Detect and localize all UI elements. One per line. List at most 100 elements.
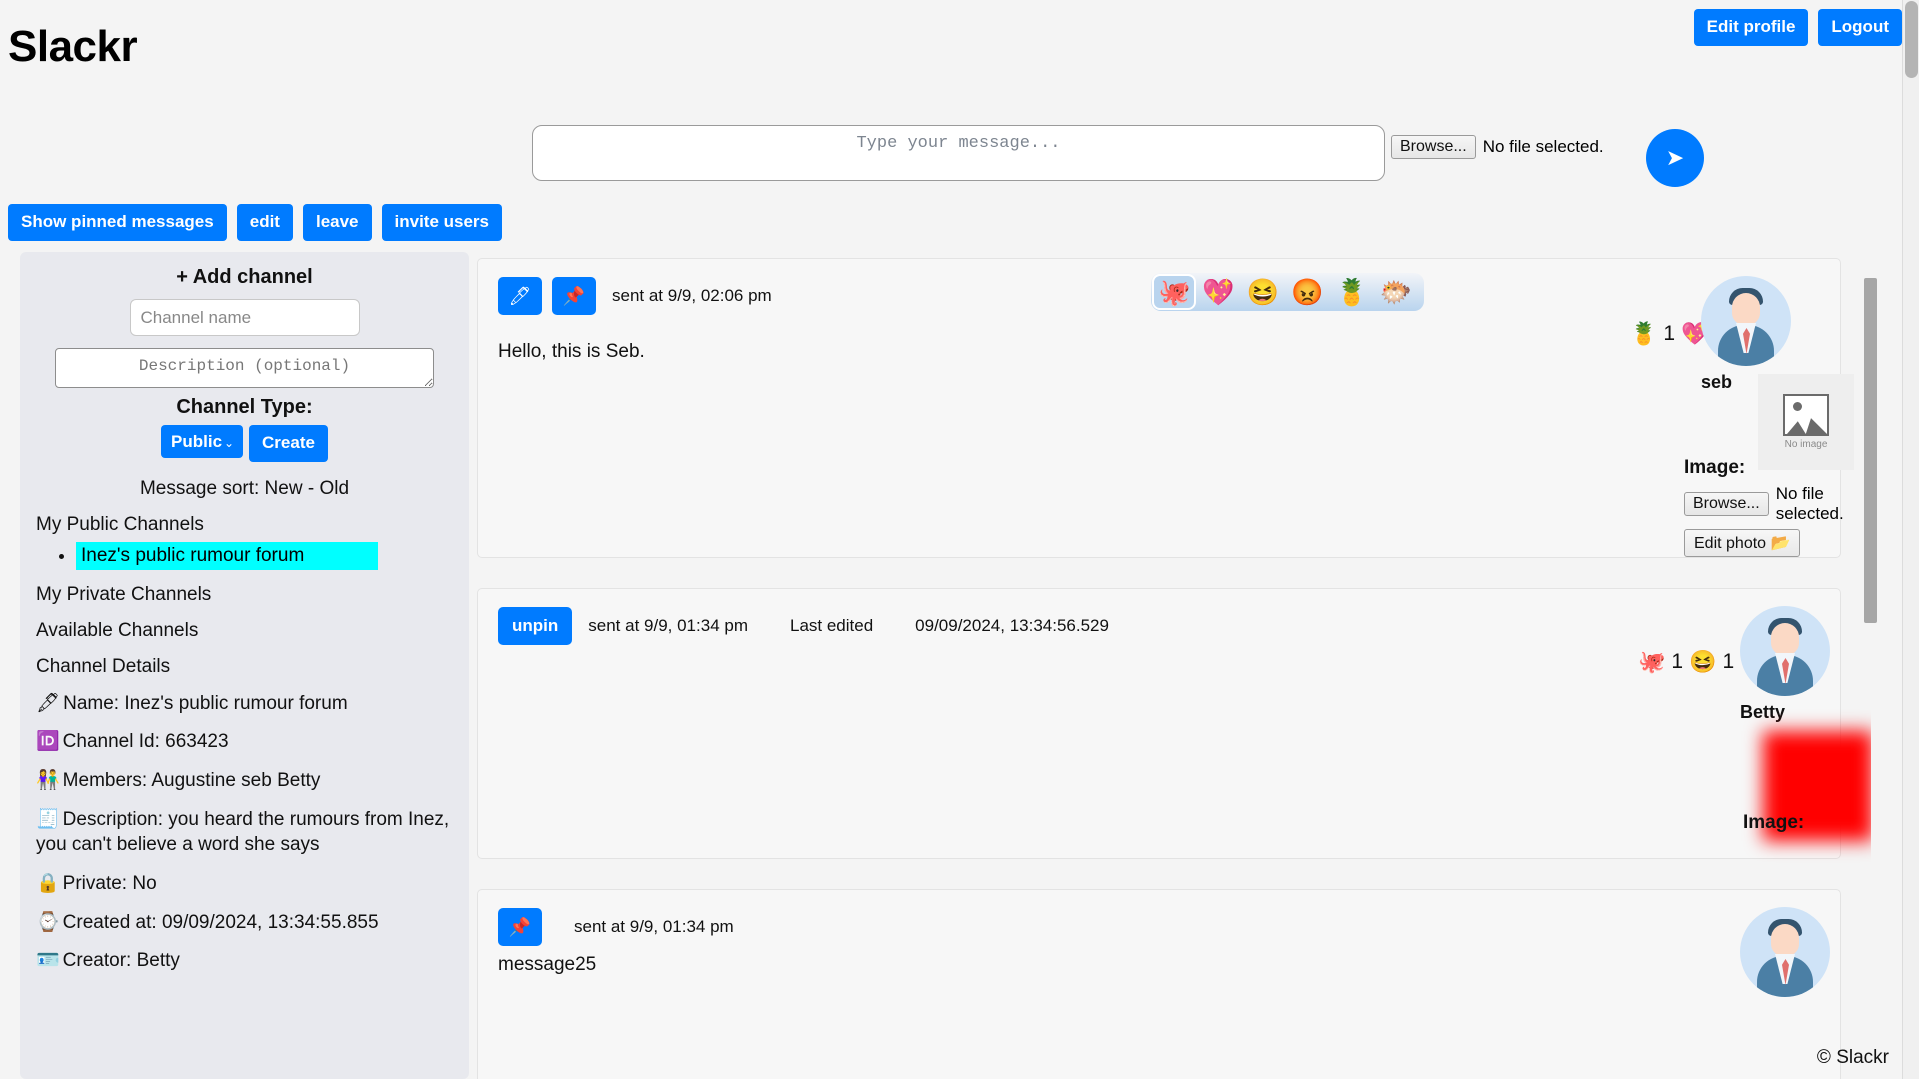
reaction-octopus-icon[interactable]: 🐙 <box>1638 649 1665 675</box>
channel-detail-id: 🆔 Channel Id: 663423 <box>36 729 453 755</box>
message-card: 📌 sent at 9/9, 01:34 pm message25 <box>477 889 1841 1079</box>
message-card: 🖊 📌 sent at 9/9, 02:06 pm 🐙 💖 😆 😡 🍍 🐡 🍍 … <box>477 258 1854 558</box>
composer-browse-button[interactable]: Browse... <box>1391 135 1476 159</box>
channel-type-select[interactable]: Public <box>161 425 244 458</box>
id-icon: 🆔 <box>36 731 60 753</box>
image-file-status: No file selected. <box>1775 484 1844 523</box>
edit-photo-button[interactable]: Edit photo 📂 <box>1684 529 1801 557</box>
composer-file-input: Browse... No file selected. <box>1391 135 1604 159</box>
add-channel-heading: + Add channel <box>176 266 313 288</box>
channel-detail-name-value: Inez's public rumour forum <box>124 692 348 714</box>
edit-channel-button[interactable]: edit <box>236 204 293 241</box>
document-icon: 🧾 <box>36 808 60 830</box>
show-pinned-messages-button[interactable]: Show pinned messages <box>8 204 227 241</box>
id-card-icon: 🪪 <box>36 950 60 972</box>
edit-photo-row: Edit photo 📂 <box>1684 529 1844 557</box>
page-title: Slackr <box>8 22 138 71</box>
emoji-option-octopus[interactable]: 🐙 <box>1151 274 1197 310</box>
composer-file-status: No file selected. <box>1482 137 1604 156</box>
channel-type-row: Public ⌄ Create <box>36 425 453 462</box>
message-list-scrollbar[interactable] <box>1864 278 1877 918</box>
channel-detail-private-value: No <box>132 872 157 894</box>
page-scrollbar-thumb[interactable] <box>1905 1 1918 78</box>
avatar-head <box>1771 924 1799 956</box>
reaction-pineapple-count: 1 <box>1663 322 1676 345</box>
message-composer: Browse... No file selected. <box>532 125 1604 181</box>
pen-icon: 🖋 <box>36 692 61 714</box>
no-image-placeholder: No image <box>1758 374 1854 470</box>
image-file-input: Browse... No file selected. <box>1684 484 1844 524</box>
my-private-channels-heading[interactable]: My Private Channels <box>36 584 453 606</box>
channel-detail-name-label: Name: <box>63 692 120 714</box>
avatar-head <box>1771 623 1799 655</box>
message-actions: unpin sent at 9/9, 01:34 pm Last edited … <box>498 607 1820 645</box>
emoji-option-laughing[interactable]: 😆 <box>1243 276 1283 308</box>
image-label: Image: <box>1743 812 1805 833</box>
avatar <box>1740 606 1830 696</box>
sidebar-item-channel-inez[interactable]: Inez's public rumour forum <box>76 541 378 570</box>
message-input[interactable] <box>532 125 1385 181</box>
my-public-channels-heading[interactable]: My Public Channels <box>36 514 453 536</box>
sidebar: + Add channel Channel Type: Public ⌄ Cre… <box>20 252 469 1079</box>
message-image-controls: Image: Browse... No file selected. Edit … <box>1684 457 1844 557</box>
channel-detail-created-label: Created at: <box>62 911 157 933</box>
send-message-button[interactable]: ➤ <box>1646 129 1704 187</box>
channel-detail-name: 🖋 Name: Inez's public rumour forum <box>36 691 453 717</box>
list-item: Inez's public rumour forum <box>76 541 453 570</box>
message-body <box>498 671 1820 693</box>
broken-image-icon <box>1783 394 1829 436</box>
edit-message-button[interactable]: 🖊 <box>498 277 542 315</box>
channel-detail-members-label: Members: <box>62 769 148 791</box>
channel-name-input[interactable] <box>129 299 360 336</box>
message-author <box>1740 907 1830 997</box>
channel-detail-id-label: Channel Id: <box>62 731 160 753</box>
message-author: Betty <box>1740 606 1830 723</box>
pin-message-button[interactable]: 📌 <box>552 277 596 315</box>
emoji-option-sparkling-heart[interactable]: 💖 <box>1198 276 1238 308</box>
reaction-laughing-icon[interactable]: 😆 <box>1689 649 1716 675</box>
unpin-message-button[interactable]: unpin <box>498 607 573 645</box>
emoji-picker[interactable]: 🐙 💖 😆 😡 🍍 🐡 <box>1151 273 1425 311</box>
watch-icon: ⌚ <box>36 911 60 933</box>
image-mountain-shape <box>1787 418 1827 434</box>
logout-button[interactable]: Logout <box>1818 9 1902 46</box>
people-icon: 👫 <box>36 769 60 791</box>
message-list[interactable]: 🖊 📌 sent at 9/9, 02:06 pm 🐙 💖 😆 😡 🍍 🐡 🍍 … <box>477 258 1871 1079</box>
channel-detail-description: 🧾 Description: you heard the rumours from… <box>36 807 453 858</box>
reaction-octopus-count: 1 <box>1671 650 1684 673</box>
message-list-scrollbar-thumb[interactable] <box>1864 278 1877 623</box>
message-timestamp: sent at 9/9, 02:06 pm <box>612 286 772 305</box>
channel-type-label: Channel Type: <box>176 396 313 418</box>
channel-details-heading[interactable]: Channel Details <box>36 656 453 678</box>
message-card: unpin sent at 9/9, 01:34 pm Last edited … <box>477 588 1871 859</box>
public-channel-list: Inez's public rumour forum <box>36 541 453 570</box>
last-edited-label: Last edited <box>789 616 874 635</box>
channel-detail-private: 🔒 Private: No <box>36 871 453 897</box>
message-image-preview: No image <box>1758 374 1854 470</box>
emoji-option-angry[interactable]: 😡 <box>1287 276 1327 308</box>
channel-type-select-wrapper: Public ⌄ <box>161 425 244 462</box>
invite-users-button[interactable]: invite users <box>381 204 503 241</box>
emoji-option-blowfish[interactable]: 🐡 <box>1376 276 1416 308</box>
channel-detail-created-value: 09/09/2024, 13:34:55.855 <box>161 911 379 933</box>
create-channel-button[interactable]: Create <box>249 425 328 462</box>
available-channels-heading[interactable]: Available Channels <box>36 620 453 642</box>
channel-detail-description-label: Description: <box>62 808 163 830</box>
emoji-option-pineapple[interactable]: 🍍 <box>1332 276 1372 308</box>
leave-channel-button[interactable]: leave <box>302 204 372 241</box>
page-scrollbar[interactable] <box>1902 0 1919 1079</box>
channel-detail-members-value: Augustine seb Betty <box>151 769 321 791</box>
reaction-pineapple-icon[interactable]: 🍍 <box>1630 321 1657 347</box>
image-label: Image: <box>1684 457 1746 478</box>
channel-toolbar: Show pinned messages edit leave invite u… <box>8 204 503 241</box>
author-name: Betty <box>1740 702 1786 722</box>
edit-profile-button[interactable]: Edit profile <box>1693 9 1809 46</box>
channel-description-input[interactable] <box>55 348 434 388</box>
channel-detail-members: 👫 Members: Augustine seb Betty <box>36 768 453 794</box>
message-timestamp: sent at 9/9, 01:34 pm <box>588 616 748 635</box>
reaction-laughing-count: 1 <box>1722 650 1735 673</box>
image-browse-button[interactable]: Browse... <box>1684 492 1769 516</box>
avatar-head <box>1732 293 1760 325</box>
footer-copyright: © Slackr <box>1816 1047 1889 1068</box>
pin-message-button[interactable]: 📌 <box>498 908 542 946</box>
